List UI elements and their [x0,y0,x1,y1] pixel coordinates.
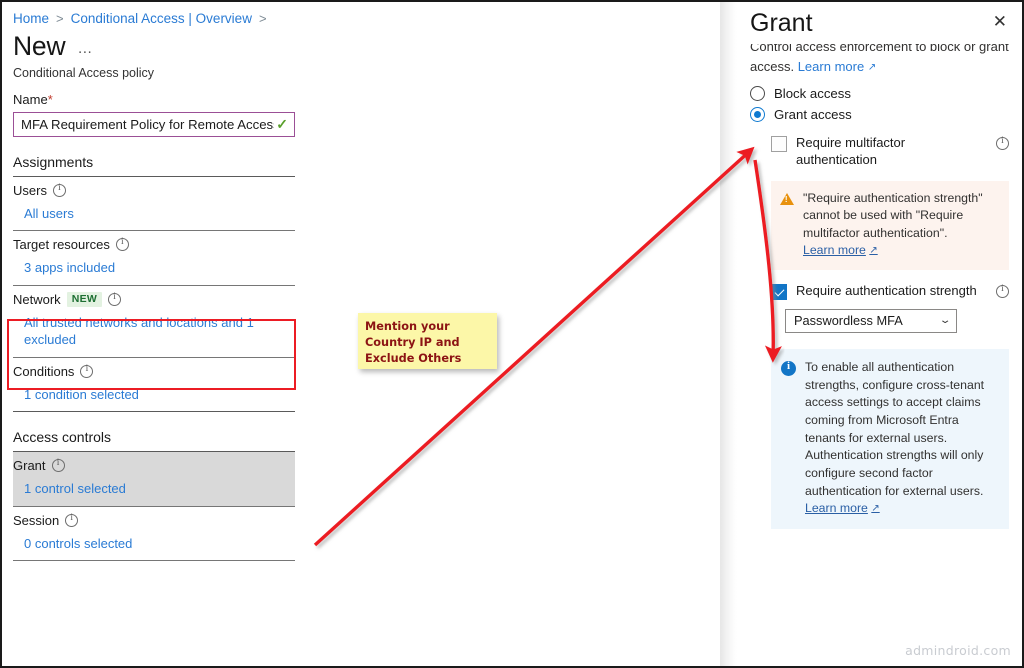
row-header-conditions: Conditions [13,364,295,379]
info-icon-require-mfa[interactable] [996,137,1009,150]
assignments-section-header: Assignments [13,137,295,176]
access-control-value-grant[interactable]: 1 control selected [13,473,295,498]
assignment-label-network: Network [13,292,61,307]
page-title-row: New … [2,26,720,60]
checkbox-label-require-auth-strength: Require authentication strength [796,283,987,300]
assignment-row-network[interactable]: Network NEW All trusted networks and loc… [13,286,295,357]
breadcrumb: Home > Conditional Access | Overview > [2,8,720,26]
assignment-label-conditions: Conditions [13,364,74,379]
assignment-row-users[interactable]: Users All users [13,177,295,231]
radio-label-block-access: Block access [774,86,851,101]
auth-strength-dropdown-value: Passwordless MFA [794,313,903,328]
radio-option-grant-access[interactable]: Grant access [737,101,1022,122]
assignment-value-users[interactable]: All users [13,198,295,223]
name-field-label: Name* [2,80,720,107]
warning-message-box: "Require authentication strength" cannot… [771,181,1009,270]
checkbox-label-require-mfa: Require multifactor authentication [796,135,987,169]
new-badge: NEW [67,292,102,307]
valid-check-icon: ✓ [276,116,288,133]
info-text-wrap: To enable all authentication strengths, … [805,359,998,518]
name-input-wrapper: MFA Requirement Policy for Remote Access… [2,107,720,137]
policy-name-value: MFA Requirement Policy for Remote Access [21,117,274,132]
access-controls-section-header: Access controls [13,412,295,451]
chevron-right-icon-2: > [259,11,267,26]
policy-name-input[interactable]: MFA Requirement Policy for Remote Access… [13,112,295,137]
name-label-text: Name [13,92,48,107]
checkbox-icon-require-mfa[interactable] [771,136,787,152]
watermark: admindroid.com [905,643,1011,658]
screenshot-frame: Home > Conditional Access | Overview > N… [0,0,1024,668]
assignment-value-network[interactable]: All trusted networks and locations and 1… [13,307,295,349]
chevron-down-icon: ⌄ [939,315,952,326]
warning-text: "Require authentication strength" cannot… [803,191,983,240]
info-icon-grant[interactable] [52,459,65,472]
breadcrumb-item-home[interactable]: Home [13,11,49,26]
external-link-icon-info: ↗ [871,502,879,516]
radio-option-block-access[interactable]: Block access [737,80,1022,101]
auth-strength-dropdown[interactable]: Passwordless MFA ⌄ [785,309,957,333]
info-icon-network[interactable] [108,293,121,306]
page-subtitle: Conditional Access policy [2,60,720,80]
access-control-value-session[interactable]: 0 controls selected [13,528,295,553]
info-icon-conditions[interactable] [80,365,93,378]
grant-blade: Grant ✕ Control access enforcement to bl… [737,2,1022,666]
pane-divider [720,2,737,666]
access-control-row-session[interactable]: Session 0 controls selected [13,507,295,561]
info-icon-target-resources[interactable] [116,238,129,251]
warning-text-wrap: "Require authentication strength" cannot… [803,190,999,260]
grant-description-learn-more-link[interactable]: Learn more [798,59,864,74]
access-control-row-grant[interactable]: Grant 1 control selected [13,452,295,506]
overflow-menu-button[interactable]: … [77,40,94,60]
info-learn-more-link[interactable]: Learn more [805,501,868,515]
checkbox-row-require-mfa[interactable]: Require multifactor authentication [737,122,1022,169]
grant-description: Control access enforcement to block or g… [750,44,1009,74]
info-icon-require-auth-strength[interactable] [996,285,1009,298]
sticky-note-line-1: Mention your [365,319,490,335]
grant-panel-title: Grant [750,10,813,36]
sticky-note-line-2: Country IP and [365,335,490,351]
warning-triangle-icon [780,193,794,205]
grant-description-clipped: Control access enforcement to block or g… [737,44,1022,80]
assignment-row-target-resources[interactable]: Target resources 3 apps included [13,231,295,285]
assignment-value-conditions[interactable]: 1 condition selected [13,379,295,404]
row-header-target-resources: Target resources [13,237,295,252]
warning-learn-more-link[interactable]: Learn more [803,243,866,257]
grant-blade-header: Grant ✕ [737,2,1022,36]
assignment-label-target-resources: Target resources [13,237,110,252]
info-circle-icon [781,361,796,376]
radio-icon-grant-access[interactable] [750,107,765,122]
external-link-icon: ↗ [868,60,876,75]
divider-8 [13,560,295,561]
row-header-session: Session [13,513,295,528]
row-header-network: Network NEW [13,292,295,307]
radio-icon-block-access[interactable] [750,86,765,101]
assignments-heading: Assignments [13,137,295,176]
checkbox-icon-require-auth-strength[interactable] [771,284,787,300]
radio-label-grant-access: Grant access [774,107,852,122]
page-title: New [13,33,65,60]
row-header-grant: Grant [13,458,295,473]
info-icon-session[interactable] [65,514,78,527]
access-controls-heading: Access controls [13,412,295,451]
grant-description-text: Control access enforcement to block or g… [750,44,1009,76]
close-icon[interactable]: ✕ [993,10,1009,31]
breadcrumb-item-conditional-access-overview[interactable]: Conditional Access | Overview [71,11,252,26]
info-text: To enable all authentication strengths, … [805,360,984,498]
info-message-box: To enable all authentication strengths, … [771,349,1009,529]
row-header-users: Users [13,183,295,198]
access-control-label-session: Session [13,513,59,528]
assignment-value-target-resources[interactable]: 3 apps included [13,252,295,277]
chevron-right-icon: > [56,11,64,26]
checkbox-row-require-auth-strength[interactable]: Require authentication strength [737,270,1022,300]
assignment-label-users: Users [13,183,47,198]
info-icon-users[interactable] [53,184,66,197]
assignment-row-conditions[interactable]: Conditions 1 condition selected [13,358,295,412]
required-asterisk: * [48,92,53,107]
sticky-note-annotation: Mention your Country IP and Exclude Othe… [358,313,497,369]
sticky-note-line-3: Exclude Others [365,351,490,367]
access-control-label-grant: Grant [13,458,46,473]
external-link-icon-warning: ↗ [869,244,877,258]
